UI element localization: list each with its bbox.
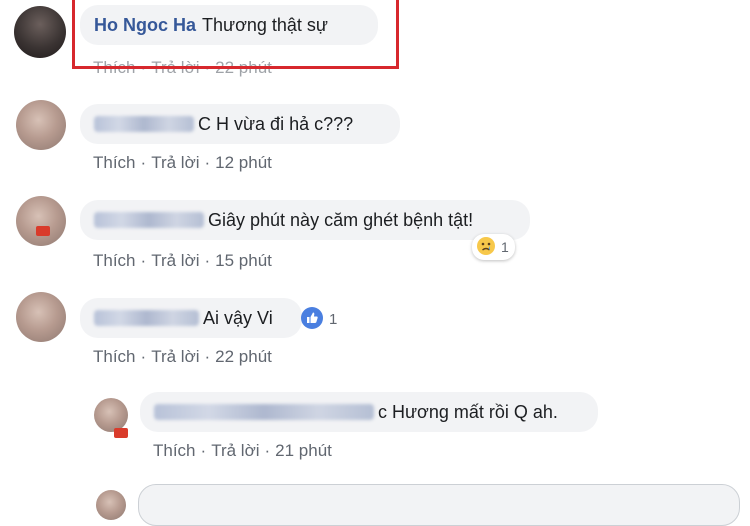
avatar (96, 490, 126, 520)
redacted-author (94, 212, 204, 228)
avatar[interactable] (14, 6, 66, 58)
redacted-author (94, 116, 194, 132)
comment-bubble: Ai vậy Vi (80, 298, 302, 338)
reply-input[interactable] (138, 484, 740, 526)
redacted-author (154, 404, 374, 420)
like-link[interactable]: Thích (93, 251, 136, 270)
like-link[interactable]: Thích (93, 347, 136, 366)
reaction-badge[interactable]: 1 (472, 234, 515, 260)
timestamp[interactable]: 21 phút (275, 441, 332, 460)
comment-actions: Thích · Trả lời · 15 phút (93, 251, 272, 270)
reply-link[interactable]: Trả lời (151, 347, 199, 366)
avatar[interactable] (16, 196, 66, 246)
reply-link[interactable]: Trả lời (211, 441, 259, 460)
avatar[interactable] (16, 100, 66, 150)
thumbs-up-icon (300, 306, 324, 333)
comment-bubble: C H vừa đi hả c??? (80, 104, 400, 144)
comment-text: Giây phút này căm ghét bệnh tật! (208, 209, 474, 230)
sad-face-icon (476, 236, 496, 259)
timestamp[interactable]: 22 phút (215, 347, 272, 366)
timestamp[interactable]: 12 phút (215, 153, 272, 172)
reply-link[interactable]: Trả lời (151, 251, 199, 270)
reply-link[interactable]: Trả lời (151, 153, 199, 172)
comment-bubble: c Hương mất rồi Q ah. (140, 392, 598, 432)
avatar[interactable] (16, 292, 66, 342)
redacted-author (94, 310, 199, 326)
comment-text: c Hương mất rồi Q ah. (378, 401, 558, 422)
reaction-count: 1 (329, 310, 338, 328)
comment-bubble: Giây phút này căm ghét bệnh tật! (80, 200, 530, 240)
highlight-box (72, 0, 399, 69)
comment-text: C H vừa đi hả c??? (198, 113, 354, 134)
like-link[interactable]: Thích (153, 441, 196, 460)
comment-actions: Thích · Trả lời · 12 phút (93, 153, 272, 172)
reaction-badge[interactable]: 1 (296, 306, 343, 332)
comment-text: Ai vậy Vi (203, 307, 273, 328)
comment-actions: Thích · Trả lời · 21 phút (153, 441, 332, 460)
avatar[interactable] (94, 398, 128, 438)
reaction-count: 1 (501, 239, 509, 255)
timestamp[interactable]: 15 phút (215, 251, 272, 270)
like-link[interactable]: Thích (93, 153, 136, 172)
comment-actions: Thích · Trả lời · 22 phút (93, 347, 272, 366)
